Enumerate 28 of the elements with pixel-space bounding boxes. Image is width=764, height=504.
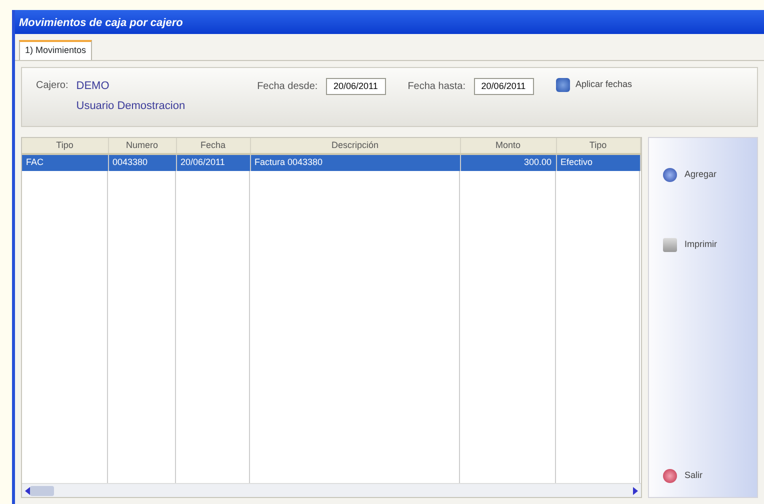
- action-button[interactable]: Imprimir: [656, 234, 749, 256]
- column-header[interactable]: Descripción: [250, 138, 460, 154]
- apply-dates-button[interactable]: Aplicar fechas: [556, 78, 632, 92]
- field-label: Fecha hasta:: [408, 80, 466, 94]
- column-header[interactable]: Tipo: [22, 138, 108, 154]
- table-cell: Efectivo: [556, 154, 640, 170]
- column-header[interactable]: Monto: [460, 138, 556, 154]
- horizontal-scrollbar[interactable]: [22, 483, 640, 497]
- window-title: Movimientos de caja por cajero: [15, 10, 764, 34]
- right-arrow-icon[interactable]: [632, 486, 638, 494]
- table-cell: 0043380: [108, 154, 176, 170]
- scroll-thumb[interactable]: [30, 486, 54, 496]
- field-label: Fecha desde:: [257, 80, 318, 94]
- table-cell: 300.00: [460, 154, 556, 170]
- column-header[interactable]: Fecha: [176, 138, 250, 154]
- cashier-code: DEMO: [76, 78, 110, 94]
- tab[interactable]: 1) Movimientos: [19, 40, 92, 60]
- column-header[interactable]: Numero: [108, 138, 176, 154]
- cashier-name: Usuario Demostracion: [76, 99, 186, 114]
- table-cell: Factura 0043380: [250, 154, 460, 170]
- action-button[interactable]: Agregar: [656, 164, 749, 186]
- date-field[interactable]: 20/06/2011: [474, 78, 534, 94]
- table-cell: 20/06/2011: [176, 154, 250, 170]
- field-label: Cajero:: [36, 78, 68, 92]
- column-header[interactable]: Tipo: [556, 138, 640, 154]
- date-field[interactable]: 20/06/2011: [326, 78, 386, 94]
- table-cell: FAC: [22, 154, 108, 170]
- action-button[interactable]: Salir: [656, 465, 749, 487]
